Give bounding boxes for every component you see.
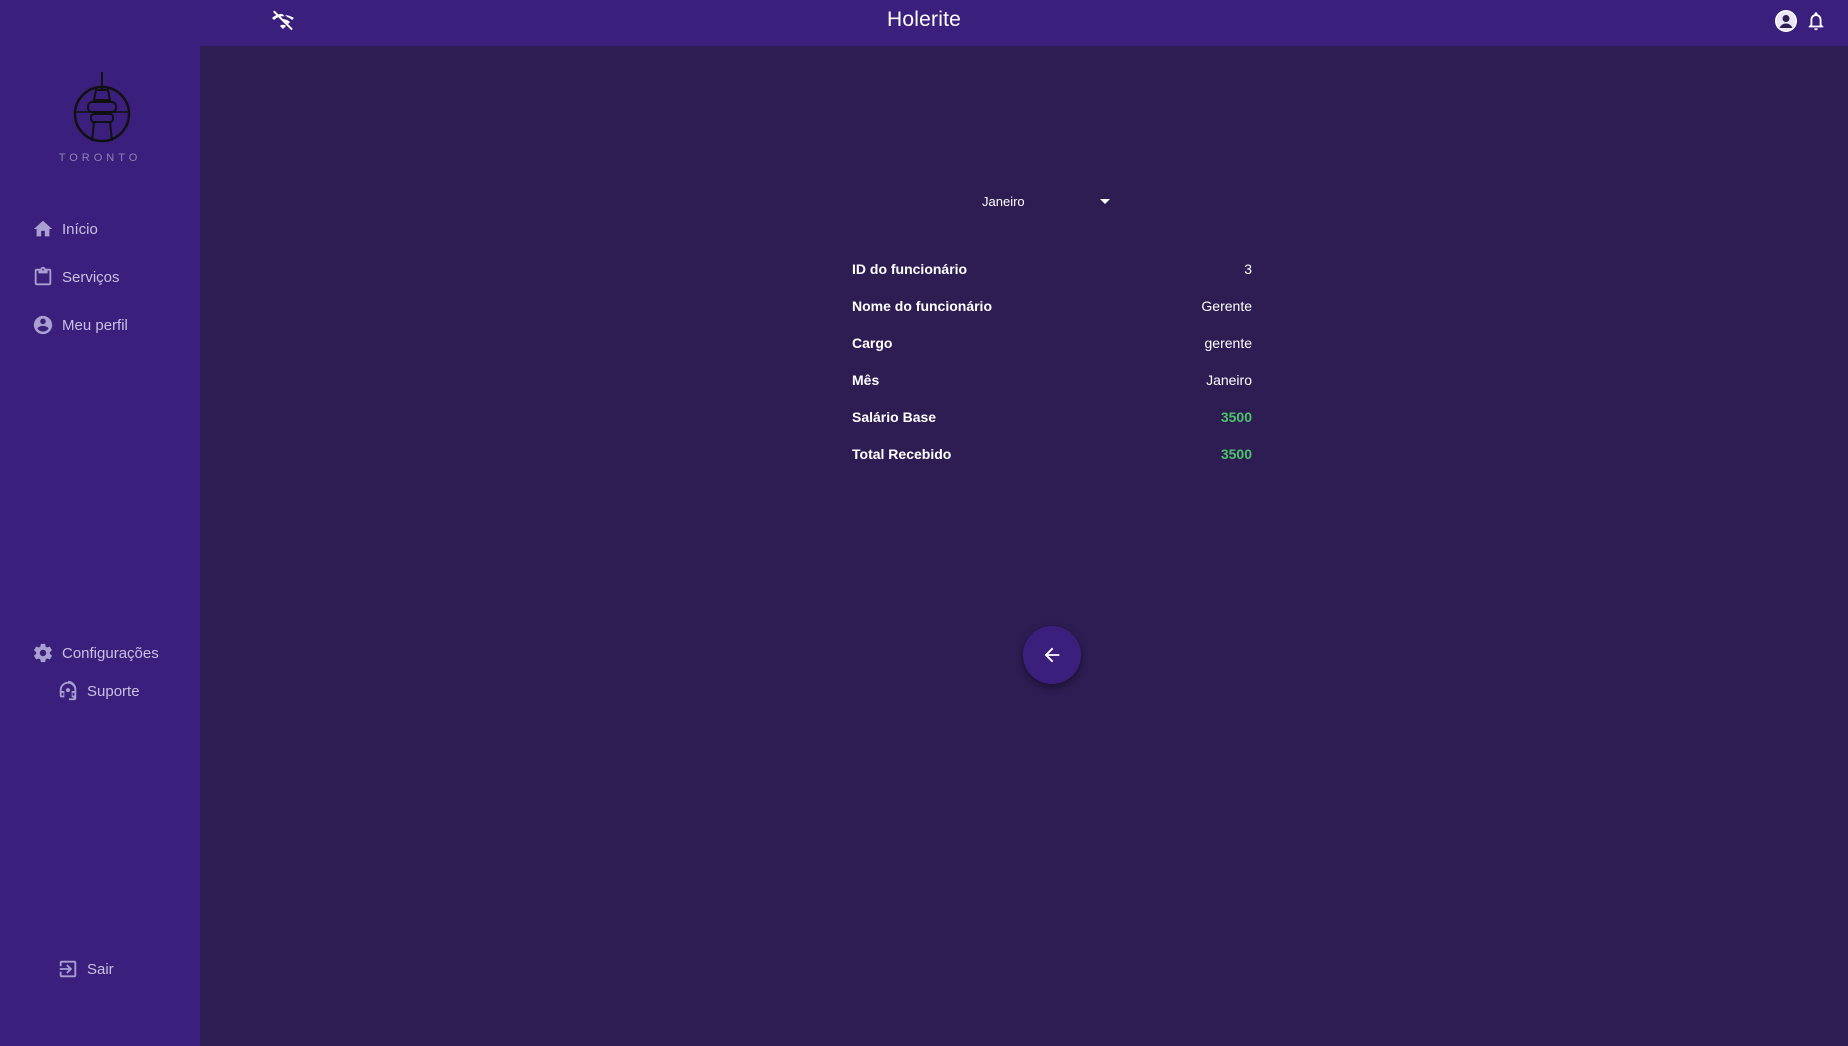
arrow-left-icon <box>1044 647 1060 663</box>
sidebar-item-label: Início <box>62 220 98 238</box>
info-value: Gerente <box>1201 297 1252 314</box>
info-row-base-salary: Salário Base 3500 <box>852 398 1252 435</box>
sidebar-item-label: Serviços <box>62 268 120 286</box>
sidebar: TORONTO Início Serviços Meu perfil Confi… <box>0 0 200 1046</box>
sidebar-item-label: Meu perfil <box>62 316 128 334</box>
sidebar-item-label: Configurações <box>62 644 159 662</box>
gear-icon <box>34 643 52 663</box>
sidebar-item-servicos[interactable]: Serviços <box>32 263 120 291</box>
info-value: 3 <box>1244 260 1252 277</box>
info-row-employee-id: ID do funcionário 3 <box>852 250 1252 287</box>
account-circle-icon <box>33 315 53 335</box>
info-label: Salário Base <box>852 408 937 425</box>
top-app-bar: Holerite <box>0 0 1848 46</box>
month-select[interactable]: Janeiro <box>982 188 1114 214</box>
info-row-employee-name: Nome do funcionário Gerente <box>852 287 1252 324</box>
info-value: gerente <box>1204 334 1252 351</box>
info-row-role: Cargo gerente <box>852 324 1252 361</box>
chevron-down-icon <box>1100 198 1110 204</box>
page-title: Holerite <box>887 8 961 31</box>
bell-icon[interactable] <box>1805 9 1827 33</box>
headset-icon <box>59 680 77 701</box>
home-icon <box>33 220 53 237</box>
account-avatar-icon[interactable] <box>1774 9 1798 33</box>
info-label: ID do funcionário <box>852 260 968 277</box>
sidebar-item-label: Suporte <box>87 682 140 700</box>
info-label: Mês <box>852 371 880 388</box>
sidebar-item-inicio[interactable]: Início <box>32 215 98 243</box>
month-select-value: Janeiro <box>982 193 1025 209</box>
info-value-money: 3500 <box>1220 408 1252 425</box>
logout-button[interactable]: Sair <box>57 955 114 983</box>
logout-label: Sair <box>87 960 114 978</box>
logo-wordmark: TORONTO <box>58 152 142 164</box>
info-row-month: Mês Janeiro <box>852 361 1252 398</box>
clipboard-icon <box>34 266 52 286</box>
sidebar-item-suporte[interactable]: Suporte <box>57 677 140 705</box>
info-label: Nome do funcionário <box>852 297 992 314</box>
info-row-total-received: Total Recebido 3500 <box>852 435 1252 472</box>
payslip-details: ID do funcionário 3 Nome do funcionário … <box>852 250 1252 472</box>
back-button[interactable] <box>1023 626 1081 684</box>
logout-icon <box>59 960 77 978</box>
sidebar-item-meu-perfil[interactable]: Meu perfil <box>32 311 128 339</box>
info-label: Total Recebido <box>852 445 952 462</box>
info-label: Cargo <box>852 334 893 351</box>
info-value-money: 3500 <box>1220 445 1252 462</box>
sidebar-item-configuracoes[interactable]: Configurações <box>32 639 159 667</box>
info-value: Janeiro <box>1206 371 1252 388</box>
